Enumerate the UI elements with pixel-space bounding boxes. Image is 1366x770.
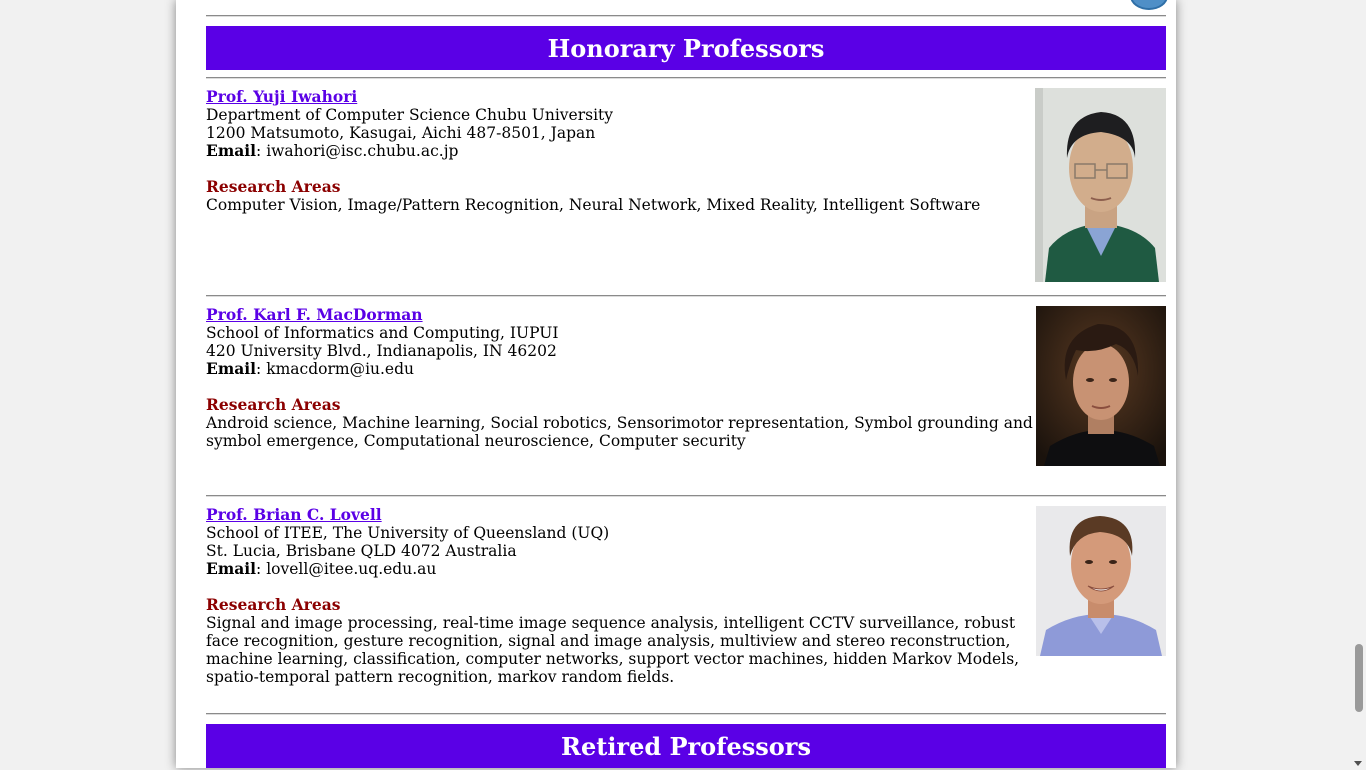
email-value: : kmacdorm@iu.edu [256, 360, 415, 378]
research-areas-text: Android science, Machine learning, Socia… [206, 414, 1033, 450]
professor-photo [1036, 306, 1166, 466]
professor-entry: Prof. Brian C. Lovell School of ITEE, Th… [206, 505, 1036, 687]
professor-department: Department of Computer Science Chubu Uni… [206, 106, 614, 124]
divider [206, 713, 1166, 715]
professor-entry: Prof. Karl F. MacDorman School of Inform… [206, 305, 1036, 451]
section-header-retired: Retired Professors [206, 724, 1166, 768]
professor-email: Email: iwahori@isc.chubu.ac.jp [206, 141, 1036, 161]
professor-name-link[interactable]: Prof. Yuji Iwahori [206, 87, 357, 106]
section-header-honorary: Honorary Professors [206, 26, 1166, 70]
professor-name-link[interactable]: Prof. Brian C. Lovell [206, 505, 382, 524]
divider [206, 295, 1166, 297]
research-areas-heading: Research Areas [206, 595, 341, 614]
professor-entry: Prof. Yuji Iwahori Department of Compute… [206, 87, 1036, 215]
portrait-image [1036, 506, 1166, 656]
portrait-image [1036, 306, 1166, 466]
professor-address: 1200 Matsumoto, Kasugai, Aichi 487-8501,… [206, 124, 596, 142]
email-label: Email [206, 559, 257, 578]
professor-photo [1035, 88, 1166, 282]
professor-address: St. Lucia, Brisbane QLD 4072 Australia [206, 542, 517, 560]
scrollbar-thumb[interactable] [1355, 644, 1363, 712]
page-content: Honorary Professors Prof. Yuji Iwahori D… [176, 0, 1176, 768]
research-areas-text: Computer Vision, Image/Pattern Recogniti… [206, 196, 981, 214]
professor-photo [1036, 506, 1166, 656]
professor-email: Email: lovell@itee.uq.edu.au [206, 559, 1036, 579]
portrait-image [1035, 88, 1166, 282]
professor-department: School of Informatics and Computing, IUP… [206, 324, 559, 342]
professor-name-link[interactable]: Prof. Karl F. MacDorman [206, 305, 423, 324]
email-value: : lovell@itee.uq.edu.au [256, 560, 437, 578]
scroll-down-arrow-icon[interactable] [1354, 761, 1362, 766]
divider [206, 495, 1166, 497]
divider [206, 15, 1166, 17]
professor-department: School of ITEE, The University of Queens… [206, 524, 610, 542]
research-areas-heading: Research Areas [206, 177, 341, 196]
globe-icon[interactable] [1130, 0, 1168, 10]
email-label: Email [206, 141, 257, 160]
professor-address: 420 University Blvd., Indianapolis, IN 4… [206, 342, 557, 360]
research-areas-heading: Research Areas [206, 395, 341, 414]
email-value: : iwahori@isc.chubu.ac.jp [256, 142, 459, 160]
vertical-scrollbar[interactable] [1351, 0, 1366, 768]
research-areas-text: Signal and image processing, real-time i… [206, 614, 1020, 686]
email-label: Email [206, 359, 257, 378]
professor-email: Email: kmacdorm@iu.edu [206, 359, 1036, 379]
divider [206, 77, 1166, 79]
